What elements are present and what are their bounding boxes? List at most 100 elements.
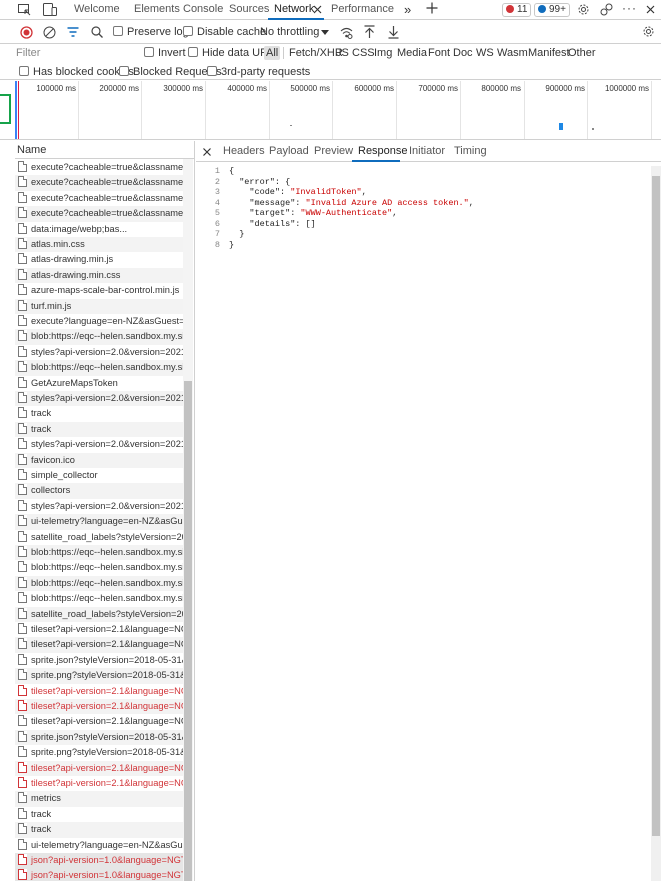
request-row[interactable]: tileset?api-version=2.1&language=NG — [15, 684, 183, 699]
request-row[interactable]: execute?cacheable=true&classname=... — [15, 175, 183, 191]
filter-input[interactable] — [16, 46, 138, 60]
filter-type-img[interactable]: Img — [372, 46, 394, 60]
request-row[interactable]: sprite.json?styleVersion=2018-05-31&a — [15, 653, 183, 668]
tab-elements[interactable]: Elements — [134, 0, 180, 20]
record-stop-icon[interactable] — [20, 26, 33, 39]
request-row[interactable]: track — [15, 822, 183, 838]
export-har-icon[interactable] — [388, 25, 399, 39]
device-emulation-icon[interactable] — [43, 3, 57, 16]
filter-type-other[interactable]: Other — [566, 46, 598, 60]
tab-timing[interactable]: Timing — [454, 145, 487, 157]
network-conditions-icon[interactable] — [340, 26, 353, 39]
blocked-requests-box[interactable] — [119, 66, 129, 76]
chevron-down-icon[interactable] — [321, 30, 329, 35]
tab-initiator[interactable]: Initiator — [409, 145, 445, 157]
invert-box[interactable] — [144, 47, 154, 57]
hide-data-urls-box[interactable] — [188, 47, 198, 57]
request-row[interactable]: styles?api-version=2.0&version=2021- — [15, 391, 183, 407]
request-row[interactable]: atlas-drawing.min.js — [15, 252, 183, 267]
request-row[interactable]: sprite.png?styleVersion=2018-05-31&a — [15, 668, 183, 684]
request-row[interactable]: execute?cacheable=true&classname=... — [15, 160, 183, 175]
third-party-requests-box[interactable] — [207, 66, 217, 76]
inspect-element-icon[interactable] — [18, 4, 31, 16]
close-detail-icon[interactable] — [203, 148, 211, 156]
request-row[interactable]: track — [15, 406, 183, 421]
disable-cache-box[interactable] — [183, 26, 193, 36]
tab-network[interactable]: Network — [274, 0, 314, 20]
request-row[interactable]: sprite.png?styleVersion=2018-05-31&a — [15, 745, 183, 760]
filter-type-js[interactable]: JS — [334, 46, 351, 60]
request-row[interactable]: json?api-version=1.0&language=NGT... — [15, 868, 183, 881]
filter-icon[interactable] — [67, 27, 79, 38]
filter-type-ws[interactable]: WS — [474, 46, 496, 60]
request-row[interactable]: turf.min.js — [15, 298, 183, 314]
request-row[interactable]: blob:https://eqc--helen.sandbox.my.sit — [15, 360, 183, 376]
tab-sources[interactable]: Sources — [229, 0, 269, 20]
request-list-scroll-thumb[interactable] — [184, 381, 192, 881]
has-blocked-cookies-box[interactable] — [19, 66, 29, 76]
throttling-select[interactable]: No throttling — [260, 26, 319, 38]
request-row[interactable]: atlas.min.css — [15, 237, 183, 253]
request-row[interactable]: ui-telemetry?language=en-NZ&asGues — [15, 514, 183, 530]
request-row[interactable]: tileset?api-version=2.1&language=NG — [15, 760, 183, 776]
tab-payload[interactable]: Payload — [269, 145, 309, 157]
request-row[interactable]: data:image/webp;bas... — [15, 222, 183, 237]
filter-type-doc[interactable]: Doc — [451, 46, 475, 60]
filter-type-media[interactable]: Media — [395, 46, 429, 60]
filter-type-wasm[interactable]: Wasm — [495, 46, 530, 60]
request-row[interactable]: blob:https://eqc--helen.sandbox.my.sit — [15, 329, 183, 345]
clear-icon[interactable] — [43, 26, 56, 39]
request-row[interactable]: blob:https://eqc--helen.sandbox.my.sit — [15, 591, 183, 606]
request-row[interactable]: tileset?api-version=2.1&language=NG — [15, 637, 183, 653]
request-row[interactable]: azure-maps-scale-bar-control.min.js — [15, 283, 183, 298]
request-row[interactable]: simple_collector — [15, 468, 183, 483]
response-scroll-thumb[interactable] — [652, 176, 660, 836]
add-tab-icon[interactable] — [426, 2, 438, 14]
request-row[interactable]: blob:https://eqc--helen.sandbox.my.sit — [15, 545, 183, 561]
more-tabs-icon[interactable]: » — [404, 3, 411, 16]
request-row[interactable]: styles?api-version=2.0&version=2021- — [15, 499, 183, 514]
request-row[interactable]: tileset?api-version=2.1&language=NG — [15, 776, 183, 791]
more-options-icon[interactable]: ··· — [622, 1, 637, 15]
request-row[interactable]: styles?api-version=2.0&version=2021- — [15, 437, 183, 452]
request-row[interactable]: track — [15, 807, 183, 822]
tab-console[interactable]: Console — [183, 0, 223, 20]
request-row[interactable]: tileset?api-version=2.1&language=NG — [15, 699, 183, 715]
third-party-requests-checkbox[interactable]: 3rd-party requests — [207, 66, 310, 78]
request-row[interactable]: tileset?api-version=2.1&language=NG — [15, 714, 183, 729]
tab-response[interactable]: Response — [358, 145, 408, 157]
tab-performance[interactable]: Performance — [331, 0, 394, 20]
search-icon[interactable] — [91, 26, 103, 38]
request-row[interactable]: blob:https://eqc--helen.sandbox.my.sit — [15, 560, 183, 575]
close-tab-icon[interactable] — [313, 5, 322, 14]
request-row[interactable]: styles?api-version=2.0&version=2021- — [15, 345, 183, 360]
connected-devices-icon[interactable] — [600, 3, 613, 16]
import-har-icon[interactable] — [364, 25, 375, 39]
request-row[interactable]: execute?cacheable=true&classname=... — [15, 206, 183, 222]
request-row[interactable]: collectors — [15, 483, 183, 499]
request-row[interactable]: execute?language=en-NZ&asGuest=tr — [15, 314, 183, 329]
network-overview-timeline[interactable]: 100000 ms 200000 ms 300000 ms 400000 ms … — [0, 81, 661, 140]
preserve-log-box[interactable] — [113, 26, 123, 36]
close-devtools-icon[interactable] — [646, 5, 655, 14]
name-column-header[interactable]: Name — [15, 141, 194, 159]
tab-welcome[interactable]: Welcome — [74, 0, 120, 20]
disable-cache-checkbox[interactable]: Disable cache — [183, 26, 266, 38]
request-row[interactable]: GetAzureMapsToken — [15, 376, 183, 391]
preserve-log-checkbox[interactable]: Preserve log — [113, 26, 189, 38]
request-row[interactable]: tileset?api-version=2.1&language=NG — [15, 622, 183, 637]
request-row[interactable]: execute?cacheable=true&classname=... — [15, 191, 183, 206]
request-row[interactable]: atlas-drawing.min.css — [15, 267, 183, 284]
request-row[interactable]: sprite.json?styleVersion=2018-05-31&a — [15, 729, 183, 746]
filter-type-all[interactable]: All — [264, 46, 281, 60]
has-blocked-cookies-checkbox[interactable]: Has blocked cookies — [19, 66, 134, 78]
filter-type-font[interactable]: Font — [426, 46, 452, 60]
invert-checkbox[interactable]: Invert — [144, 47, 186, 59]
issues-badge[interactable]: 99+ — [534, 3, 570, 17]
filter-type-manifest[interactable]: Manifest — [526, 46, 572, 60]
settings-gear-icon[interactable] — [577, 3, 590, 16]
request-row[interactable]: track — [15, 421, 183, 438]
request-row[interactable]: favicon.ico — [15, 452, 183, 468]
request-row[interactable]: blob:https://eqc--helen.sandbox.my.sit — [15, 575, 183, 592]
request-row[interactable]: satellite_road_labels?styleVersion=2021 — [15, 530, 183, 545]
